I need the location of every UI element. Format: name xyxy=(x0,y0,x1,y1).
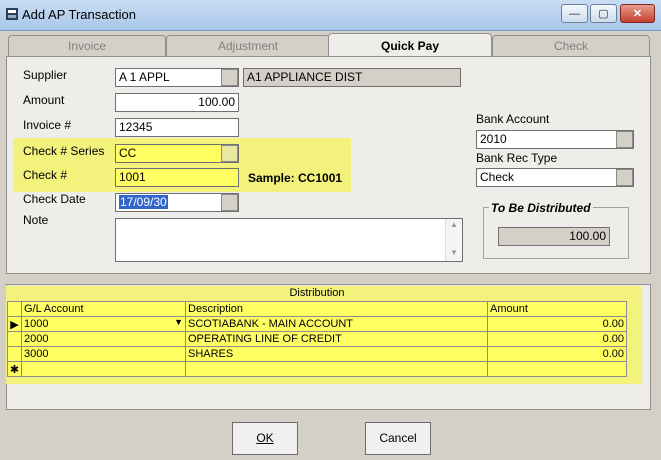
gl-account-cell[interactable]: 1000 ▼ xyxy=(21,316,186,332)
column-header-amount[interactable]: Amount xyxy=(487,301,627,317)
bank-account-value: 2010 xyxy=(480,132,507,146)
minimize-icon: ― xyxy=(569,8,580,20)
amount-cell[interactable]: 0.00 xyxy=(487,346,627,362)
to-be-distributed-field: 100.00 xyxy=(498,227,610,246)
bank-rec-type-value: Check xyxy=(480,170,515,184)
ok-label: OK xyxy=(256,431,274,445)
tab-quick-pay[interactable]: Quick Pay xyxy=(328,33,492,57)
note-label: Note xyxy=(23,213,49,227)
gl-account-cell[interactable]: 2000 xyxy=(21,331,186,347)
ok-button[interactable]: OK xyxy=(232,422,298,455)
close-icon: ✕ xyxy=(632,8,643,20)
maximize-button[interactable]: ▢ xyxy=(590,4,617,23)
check-series-dropdown-button[interactable] xyxy=(221,145,238,162)
window-title: Add AP Transaction xyxy=(22,7,136,22)
check-series-field[interactable]: CC xyxy=(115,144,239,163)
supplier-code-field[interactable]: A 1 APPL xyxy=(115,68,239,87)
description-cell[interactable]: SCOTIABANK - MAIN ACCOUNT xyxy=(185,316,488,332)
description-cell[interactable] xyxy=(185,361,488,377)
check-date-field[interactable]: 17/09/30 xyxy=(115,193,239,212)
invoice-label: Invoice # xyxy=(23,118,72,132)
description-cell[interactable]: SHARES xyxy=(185,346,488,362)
check-date-value: 17/09/30 xyxy=(119,195,168,209)
table-row[interactable]: ▶ 1000 ▼ SCOTIABANK - MAIN ACCOUNT 0.00 xyxy=(7,316,627,332)
app-icon xyxy=(6,8,18,20)
table-row[interactable]: 3000 SHARES 0.00 xyxy=(7,346,627,362)
maximize-icon: ▢ xyxy=(598,8,609,20)
bank-rec-type-field[interactable]: Check xyxy=(476,168,634,187)
new-row[interactable]: ✱ xyxy=(7,361,627,377)
supplier-lookup-button[interactable] xyxy=(221,69,238,86)
sample-text: Sample: CC1001 xyxy=(248,171,343,185)
bank-account-field[interactable]: 2010 xyxy=(476,130,634,149)
description-cell[interactable]: OPERATING LINE OF CREDIT xyxy=(185,331,488,347)
bank-rec-type-dropdown-button[interactable] xyxy=(616,169,633,186)
supplier-code-value: A 1 APPL xyxy=(119,70,170,84)
tab-adjustment[interactable]: Adjustment xyxy=(166,35,330,56)
scroll-up-icon[interactable]: ▲ xyxy=(446,219,462,231)
cancel-label: Cancel xyxy=(379,431,417,445)
gl-account-cell[interactable]: 3000 xyxy=(21,346,186,362)
note-field[interactable]: ▲ ▼ xyxy=(115,218,463,262)
distribution-title: Distribution xyxy=(289,287,345,299)
bank-account-dropdown-button[interactable] xyxy=(616,131,633,148)
tab-invoice[interactable]: Invoice xyxy=(8,35,166,56)
grid-header-row: G/L Account Description Amount xyxy=(7,301,627,317)
scroll-down-icon[interactable]: ▼ xyxy=(446,247,462,259)
amount-label: Amount xyxy=(23,93,65,107)
amount-cell[interactable] xyxy=(487,361,627,377)
check-date-label: Check Date xyxy=(23,192,86,206)
minimize-button[interactable]: ― xyxy=(561,4,588,23)
row-selector[interactable] xyxy=(7,346,22,362)
table-row[interactable]: 2000 OPERATING LINE OF CREDIT 0.00 xyxy=(7,331,627,347)
bank-rec-type-label: Bank Rec Type xyxy=(476,151,558,165)
column-header-gl-account[interactable]: G/L Account xyxy=(21,301,186,317)
close-button[interactable]: ✕ xyxy=(620,4,655,23)
check-series-label: Check # Series xyxy=(23,144,105,158)
gl-account-value: 1000 xyxy=(24,318,49,330)
current-row-icon: ▶ xyxy=(7,316,22,332)
tab-check[interactable]: Check xyxy=(492,35,650,56)
cancel-button[interactable]: Cancel xyxy=(365,422,431,455)
check-number-label: Check # xyxy=(23,168,68,182)
check-series-value: CC xyxy=(119,146,137,160)
invoice-field[interactable]: 12345 xyxy=(115,118,239,137)
supplier-label: Supplier xyxy=(23,68,68,82)
check-number-field[interactable]: 1001 xyxy=(115,168,239,187)
amount-field[interactable]: 100.00 xyxy=(115,93,239,112)
amount-cell[interactable]: 0.00 xyxy=(487,316,627,332)
distribution-grid: G/L Account Description Amount ▶ 1000 ▼ … xyxy=(7,301,627,377)
column-header-description[interactable]: Description xyxy=(185,301,488,317)
new-row-icon: ✱ xyxy=(7,361,22,377)
to-be-distributed-label: To Be Distributed xyxy=(489,201,593,215)
row-selector[interactable] xyxy=(7,331,22,347)
header-corner xyxy=(7,301,22,317)
note-scrollbar[interactable]: ▲ ▼ xyxy=(445,219,462,261)
supplier-name-field: A1 APPLIANCE DIST xyxy=(243,68,461,87)
bank-account-label: Bank Account xyxy=(476,112,550,126)
amount-cell[interactable]: 0.00 xyxy=(487,331,627,347)
chevron-down-icon[interactable]: ▼ xyxy=(174,317,183,327)
gl-account-cell[interactable] xyxy=(21,361,186,377)
check-date-picker-button[interactable] xyxy=(221,194,238,211)
